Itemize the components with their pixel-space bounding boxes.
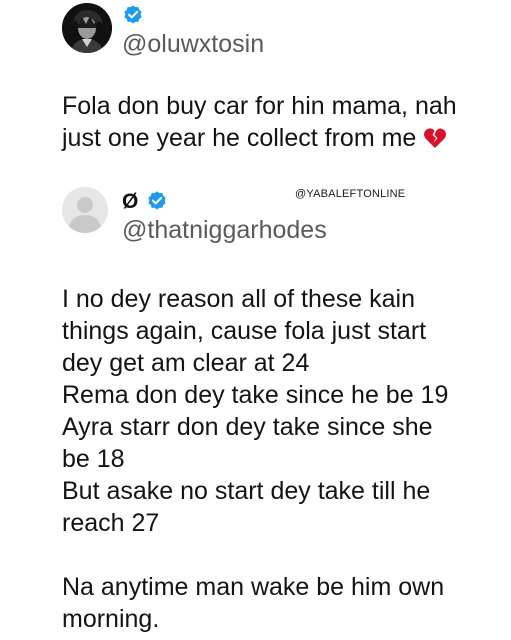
tweet-text-line: But asake no start dey take till he [62,477,431,505]
tweet-text-line: Ayra starr don dey take since she [62,413,433,441]
tweet-text-line: reach 27 [62,509,160,537]
user-handle[interactable]: @oluwxtosin [122,30,264,59]
verified-badge-icon [148,191,166,210]
tweet-2-text: I no dey reason all of these kain things… [62,283,492,635]
tweet-text-line: dey get am clear at 24 [62,349,310,377]
tweet-text-line: things again, cause fola just start [62,317,427,345]
tweet-2-header: Ø @thatniggarhodes [62,187,502,247]
default-profile-icon [62,187,108,233]
tweet-text-line: morning. [62,605,160,633]
avatar[interactable] [62,3,112,53]
anime-avatar-icon [62,3,112,53]
tweet-text-line: Na anytime man wake be him own [62,573,445,601]
default-profile-avatar[interactable] [62,187,108,233]
tweet-1-header: @oluwxtosin [62,0,502,62]
tweet-1-text: Fola don buy car for hin mama, nah just … [62,90,492,154]
broken-heart-icon [424,128,447,148]
display-name[interactable]: Ø [122,190,138,214]
tweet-text-line-with-emoji: just one year he collect from me [62,122,492,154]
verified-badge-icon [124,5,142,24]
tweet-text-line: Fola don buy car for hin mama, nah [62,92,457,120]
tweet-text-line: I no dey reason all of these kain [62,285,416,313]
tweet-text-line: be 18 [62,445,125,473]
tweet-text-line: Rema don dey take since he be 19 [62,381,449,409]
user-handle[interactable]: @thatniggarhodes [122,216,327,245]
tweet-text-line: just one year he collect from me [62,124,417,152]
